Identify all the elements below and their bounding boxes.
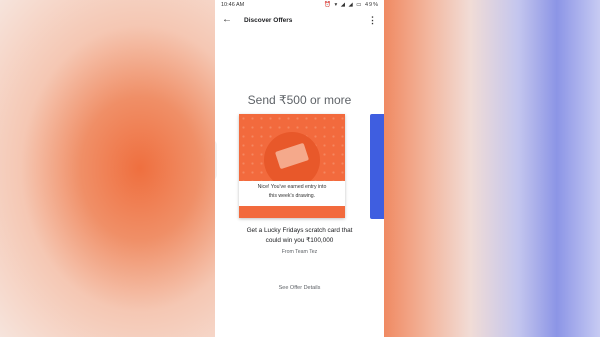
background-right: [384, 0, 600, 337]
previous-card-edge[interactable]: [215, 140, 217, 180]
offer-description-line1: Get a Lucky Fridays scratch card that: [246, 227, 353, 234]
background-left: [0, 0, 215, 337]
card-message-line1: Nice! You've earned entry into: [257, 184, 327, 190]
more-options-icon[interactable]: ⋮: [368, 15, 377, 26]
offer-source: From Team Tez: [281, 249, 318, 255]
offer-description-line2: could win you ₹100,000: [265, 237, 334, 244]
app-bar: ← Discover Offers ⋮: [215, 11, 384, 31]
next-card-edge[interactable]: [370, 114, 384, 219]
offer-title: Send ₹500 or more: [247, 93, 352, 107]
back-arrow-icon[interactable]: ←: [222, 14, 232, 25]
status-bar: 10:46 AM ⏰ ▾ ◢ ◢ ▭ 49%: [215, 0, 384, 11]
phone-screen: 10:46 AM ⏰ ▾ ◢ ◢ ▭ 49% ← Discover Offers…: [215, 0, 384, 337]
scratch-card[interactable]: Nice! You've earned entry into this week…: [239, 114, 345, 218]
status-icons: ⏰ ▾ ◢ ◢ ▭ 49%: [324, 2, 379, 8]
page-title: Discover Offers: [244, 17, 293, 24]
card-message: Nice! You've earned entry into this week…: [239, 181, 345, 206]
card-message-line2: this week's drawing.: [268, 193, 316, 199]
see-offer-details-link[interactable]: See Offer Details: [215, 285, 384, 291]
card-bottom-strip: [239, 206, 345, 218]
offer-description: Get a Lucky Fridays scratch card that co…: [215, 226, 384, 246]
status-time: 10:46 AM: [221, 2, 245, 8]
